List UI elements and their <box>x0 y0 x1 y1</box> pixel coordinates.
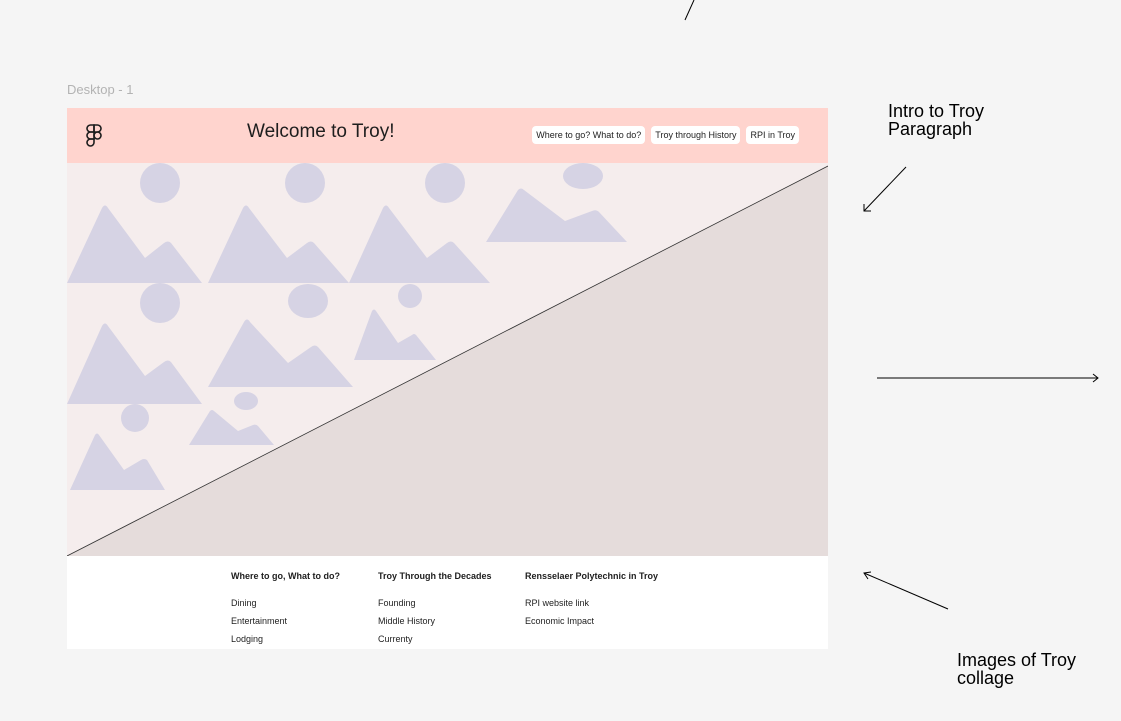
site-title: Welcome to Troy! <box>247 121 395 142</box>
image-placeholder-icon <box>189 392 274 445</box>
footer-link-founding[interactable]: Founding <box>378 598 416 608</box>
desktop-frame: Welcome to Troy! Where to go? What to do… <box>67 108 828 649</box>
figma-logo-icon <box>86 124 102 147</box>
footer-link-dining[interactable]: Dining <box>231 598 257 608</box>
footer-link-rpi-website[interactable]: RPI website link <box>525 598 589 608</box>
image-placeholder-icon <box>70 404 165 490</box>
footer-link-economic-impact[interactable]: Economic Impact <box>525 616 594 626</box>
image-placeholder-icon <box>208 163 349 283</box>
image-placeholder-icon <box>67 163 202 283</box>
arrow-right-head-icon <box>1092 373 1099 383</box>
footer-link-lodging[interactable]: Lodging <box>231 634 263 644</box>
collage-svg <box>67 163 828 557</box>
nav-rpi-button[interactable]: RPI in Troy <box>746 126 799 144</box>
footer-link-entertainment[interactable]: Entertainment <box>231 616 287 626</box>
footer-heading: Where to go, What to do? <box>231 571 340 581</box>
site-header: Welcome to Troy! Where to go? What to do… <box>67 108 828 163</box>
footer-link-middle-history[interactable]: Middle History <box>378 616 435 626</box>
image-placeholder-icon <box>349 163 490 283</box>
main-nav: Where to go? What to do? Troy through Hi… <box>532 126 799 144</box>
nav-where-to-go-button[interactable]: Where to go? What to do? <box>532 126 646 144</box>
image-placeholder-icon <box>67 283 202 404</box>
arrow-collage <box>863 572 949 610</box>
nav-history-button[interactable]: Troy through History <box>651 126 741 144</box>
footer-heading: Troy Through the Decades <box>378 571 492 581</box>
frame-label: Desktop - 1 <box>67 82 134 97</box>
image-placeholder-icon <box>354 284 436 360</box>
arrow-top-stroke <box>684 0 695 21</box>
arrow-intro <box>863 166 907 212</box>
hero-collage <box>67 163 828 557</box>
site-footer: Where to go, What to do? Dining Entertai… <box>67 556 828 649</box>
footer-heading: Rensselaer Polytechnic in Troy <box>525 571 659 581</box>
image-placeholder-icon <box>486 163 627 242</box>
footer-link-currently[interactable]: Currenty <box>378 634 413 644</box>
arrow-collage-head-icon <box>863 571 872 580</box>
collage-annotation: Images of Troy collage <box>957 650 1077 688</box>
image-placeholder-icon <box>208 284 353 387</box>
arrow-intro-head-icon <box>863 204 871 212</box>
intro-annotation: Intro to Troy Paragraph <box>888 101 985 139</box>
